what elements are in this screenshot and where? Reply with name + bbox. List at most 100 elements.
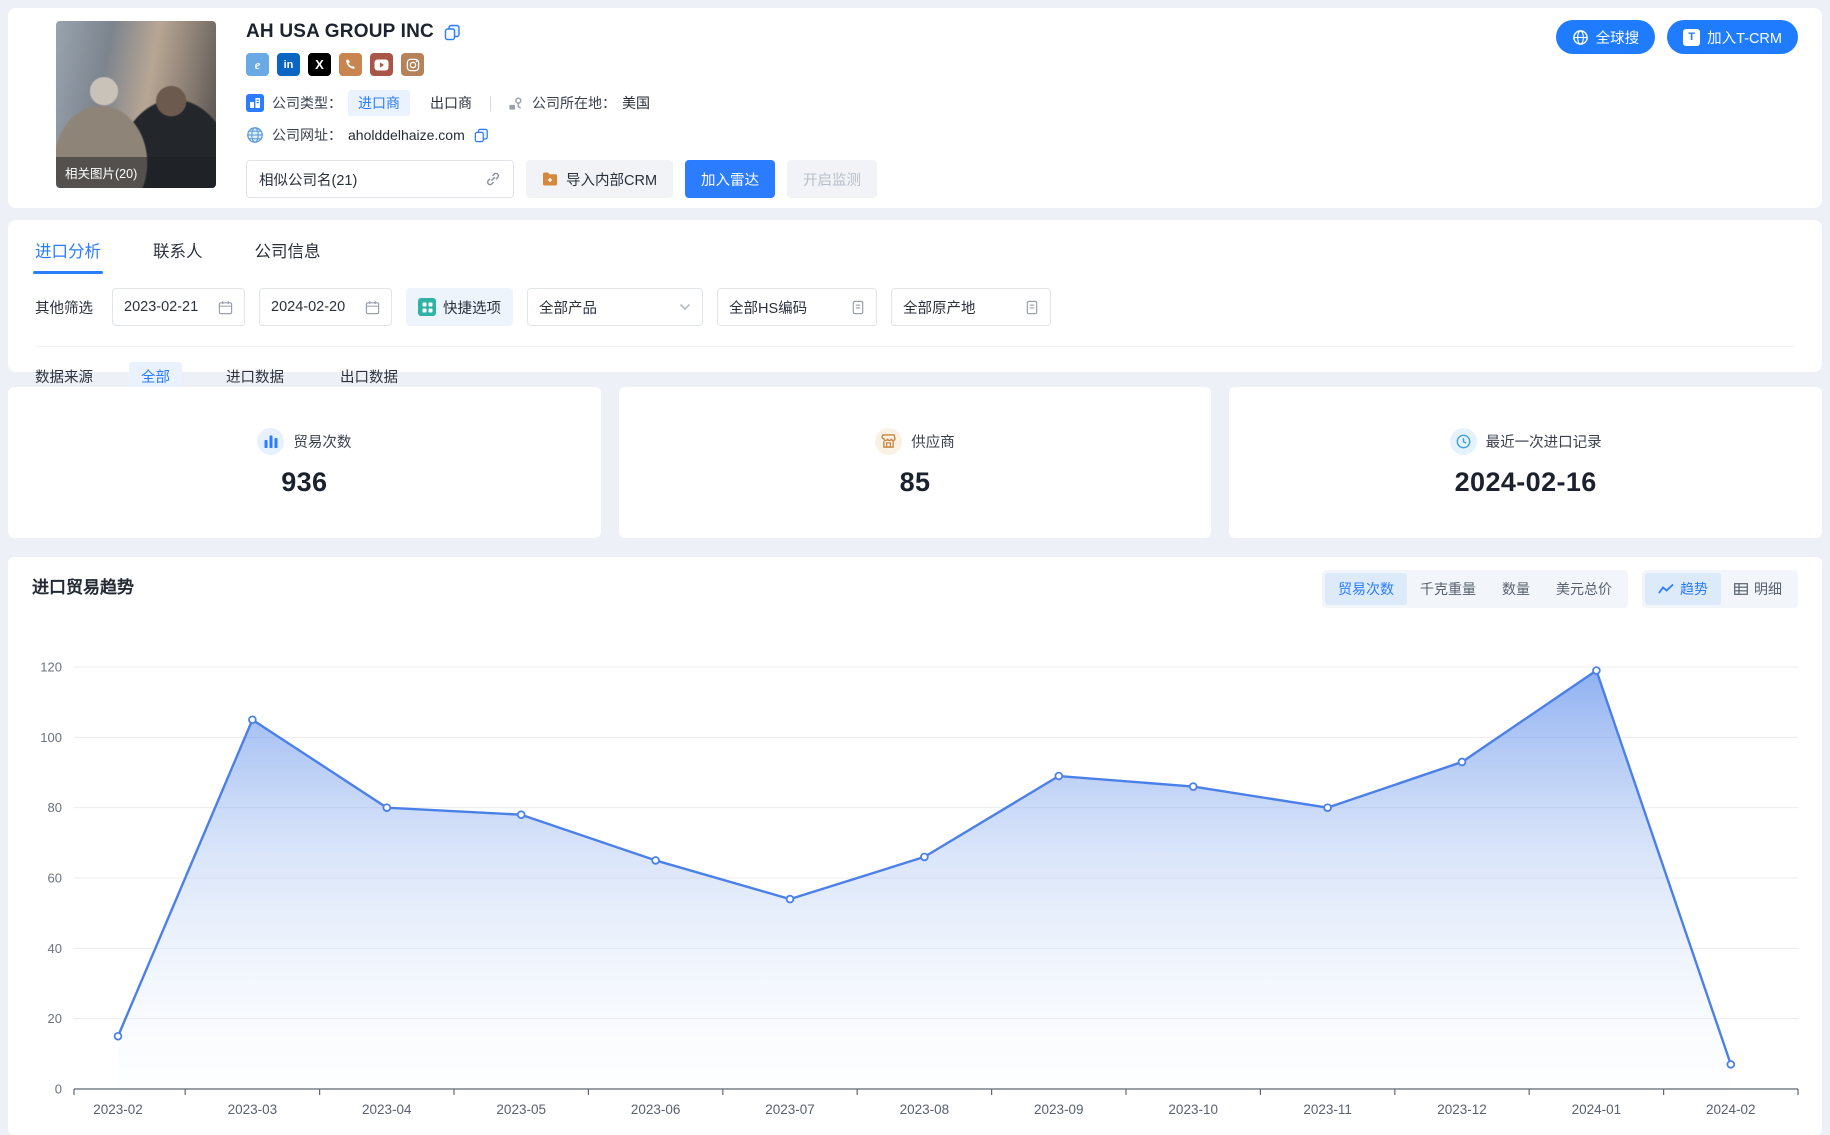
bar-chart-icon <box>257 428 284 455</box>
location-icon <box>507 95 524 112</box>
chevron-down-icon <box>679 303 691 311</box>
type-exporter-option[interactable]: 出口商 <box>430 93 472 113</box>
date-from-input[interactable]: 2023-02-21 <box>112 288 245 326</box>
svg-text:20: 20 <box>48 1011 62 1026</box>
start-monitor-label: 开启监测 <box>803 169 861 190</box>
quick-options-label: 快捷选项 <box>443 297 501 318</box>
hs-code-value: 全部HS编码 <box>729 297 807 318</box>
shop-icon <box>875 428 902 455</box>
tab-bar: 进口分析 联系人 公司信息 <box>35 238 1795 274</box>
add-tcrm-label: 加入T-CRM <box>1707 27 1782 48</box>
date-to-input[interactable]: 2024-02-20 <box>259 288 392 326</box>
quick-options-icon <box>418 298 436 316</box>
link-icon <box>485 171 501 187</box>
add-tcrm-button[interactable]: T 加入T-CRM <box>1667 20 1798 54</box>
globe-icon <box>246 126 264 144</box>
source-option-import[interactable]: 进口数据 <box>226 366 284 387</box>
add-radar-button[interactable]: 加入雷达 <box>685 160 775 198</box>
location-label: 公司所在地： <box>532 93 616 113</box>
svg-text:0: 0 <box>55 1082 62 1097</box>
instagram-icon[interactable] <box>401 53 424 76</box>
related-images-label[interactable]: 相关图片(20) <box>56 157 216 188</box>
svg-text:2023-08: 2023-08 <box>900 1102 950 1117</box>
svg-text:2023-09: 2023-09 <box>1034 1102 1084 1117</box>
clock-icon <box>1450 428 1477 455</box>
stat-label: 贸易次数 <box>293 431 351 452</box>
website-label: 公司网址： <box>272 125 342 145</box>
svg-text:2023-03: 2023-03 <box>228 1102 278 1117</box>
svg-text:2024-01: 2024-01 <box>1572 1102 1622 1117</box>
stat-value-suppliers: 85 <box>900 467 931 498</box>
add-radar-label: 加入雷达 <box>701 169 759 190</box>
stats-row: 贸易次数 936 供应商 85 最近一次进口记录 2024-02-16 <box>8 387 1822 538</box>
data-source-label: 数据来源 <box>35 366 93 387</box>
social-links: e in X <box>246 53 877 76</box>
globe-icon <box>1572 29 1589 46</box>
origin-select[interactable]: 全部原产地 <box>891 288 1051 326</box>
type-importer-chip[interactable]: 进口商 <box>348 90 410 116</box>
start-monitor-button[interactable]: 开启监测 <box>787 160 877 198</box>
x-icon[interactable]: X <box>308 53 331 76</box>
stat-card-suppliers: 供应商 85 <box>619 387 1212 538</box>
metric-option-quantity[interactable]: 数量 <box>1489 573 1543 605</box>
metric-option-weight[interactable]: 千克重量 <box>1407 573 1489 605</box>
date-to-value: 2024-02-20 <box>271 299 345 315</box>
similar-companies-label: 相似公司名(21) <box>259 169 357 190</box>
view-detail-label: 明细 <box>1754 579 1782 599</box>
metric-option-usd[interactable]: 美元总价 <box>1543 573 1625 605</box>
location-value: 美国 <box>622 93 650 113</box>
metric-segment-group: 贸易次数 千克重量 数量 美元总价 <box>1322 570 1628 608</box>
company-header-card: 相关图片(20) AH USA GROUP INC e in X <box>8 8 1822 208</box>
trend-area-chart[interactable]: 0204060801001202023-022023-032023-042023… <box>24 632 1814 1132</box>
other-filters-label: 其他筛选 <box>35 297 93 318</box>
company-type-label: 公司类型： <box>272 93 342 113</box>
copy-icon[interactable] <box>444 24 461 41</box>
svg-text:2024-02: 2024-02 <box>1706 1102 1756 1117</box>
svg-text:60: 60 <box>48 871 62 886</box>
tab-company-info[interactable]: 公司信息 <box>255 238 321 274</box>
origin-value: 全部原产地 <box>903 297 976 318</box>
svg-text:100: 100 <box>40 730 62 745</box>
svg-text:2023-05: 2023-05 <box>496 1102 546 1117</box>
import-crm-button[interactable]: 导入内部CRM <box>526 160 673 198</box>
tab-import-analysis[interactable]: 进口分析 <box>35 238 101 274</box>
view-option-detail[interactable]: 明细 <box>1721 573 1795 605</box>
view-option-trend[interactable]: 趋势 <box>1645 573 1721 605</box>
date-from-value: 2023-02-21 <box>124 299 198 315</box>
product-select[interactable]: 全部产品 <box>527 288 703 326</box>
analysis-card: 进口分析 联系人 公司信息 其他筛选 2023-02-21 2024-02-20 <box>8 220 1822 372</box>
trend-chart-card: 进口贸易趋势 贸易次数 千克重量 数量 美元总价 趋势 明 <box>8 557 1822 1135</box>
svg-text:80: 80 <box>48 800 62 815</box>
svg-text:2023-06: 2023-06 <box>631 1102 681 1117</box>
youtube-icon[interactable] <box>370 53 393 76</box>
calendar-icon <box>218 300 233 315</box>
stat-value-trades: 936 <box>281 467 327 498</box>
company-photo[interactable]: 相关图片(20) <box>56 21 216 188</box>
phone-icon[interactable] <box>339 53 362 76</box>
svg-text:40: 40 <box>48 941 62 956</box>
global-search-button[interactable]: 全球搜 <box>1556 20 1656 54</box>
company-name: AH USA GROUP INC <box>246 21 434 43</box>
metric-option-trades[interactable]: 贸易次数 <box>1325 573 1407 605</box>
view-trend-label: 趋势 <box>1680 579 1708 599</box>
stat-label: 供应商 <box>911 431 955 452</box>
line-chart-icon <box>1658 583 1674 595</box>
tab-contacts[interactable]: 联系人 <box>153 238 203 274</box>
svg-text:2023-02: 2023-02 <box>93 1102 143 1117</box>
company-type-icon <box>246 94 264 112</box>
divider <box>490 96 491 111</box>
explorer-icon[interactable]: e <box>246 53 269 76</box>
svg-text:2023-07: 2023-07 <box>765 1102 815 1117</box>
product-select-value: 全部产品 <box>539 297 597 318</box>
quick-options-button[interactable]: 快捷选项 <box>406 288 513 326</box>
hs-code-select[interactable]: 全部HS编码 <box>717 288 877 326</box>
source-option-export[interactable]: 出口数据 <box>340 366 398 387</box>
global-search-label: 全球搜 <box>1596 27 1640 48</box>
similar-companies-box[interactable]: 相似公司名(21) <box>246 160 514 198</box>
linkedin-icon[interactable]: in <box>277 53 300 76</box>
import-crm-label: 导入内部CRM <box>566 169 657 190</box>
copy-icon[interactable] <box>474 128 489 143</box>
svg-text:2023-11: 2023-11 <box>1303 1102 1352 1117</box>
website-value[interactable]: aholddelhaize.com <box>348 127 465 143</box>
svg-text:2023-12: 2023-12 <box>1437 1102 1487 1117</box>
